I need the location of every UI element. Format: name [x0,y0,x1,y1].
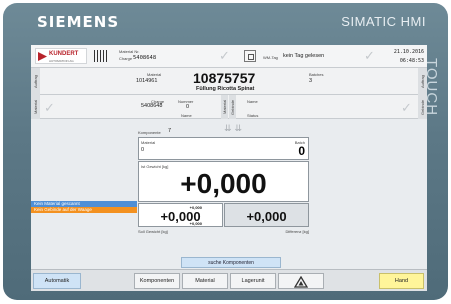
check-icon: ✓ [401,100,412,115]
automatik-button[interactable]: Automatik [33,273,81,289]
hand-button[interactable]: Hand [379,273,424,289]
gebinde-mid-label: Gebinde [229,95,236,119]
batches-value: 3 [309,78,313,84]
komponente-value: 7 [168,128,172,134]
batches-label: Batches [309,72,324,77]
order-row: Auftrag Material 1014961 10875757 Füllun… [31,68,427,95]
hmi-screen: KUNDERT AUTOMATION AG Material Nr. Charg… [31,45,427,291]
check-icon: ✓ [364,48,375,63]
tag-status-text: kein Tag gelesen [283,53,325,59]
check-icon: ✓ [44,100,55,115]
name-label: Name [181,113,192,118]
tare-button[interactable] [278,273,324,289]
tare-icon [293,275,309,288]
material-nr-label: Material Nr. [119,49,140,54]
difference-display: +0,000 [224,203,309,227]
kundert-logo: KUNDERT AUTOMATION AG [35,48,87,64]
komponenten-button[interactable]: Komponenten [134,273,180,289]
scale-panel: Material 0 Batch 0 Ist Gewicht [kg] +0,0… [138,137,309,235]
charge-label: Charge [119,56,133,61]
model-label: SIMATIC HMI [341,14,426,29]
logo-brand: KUNDERT [49,51,79,57]
message-list: Kein Material gescannt Kein Gebinde auf … [31,201,137,213]
logo-sub: AUTOMATION AG [49,59,74,63]
search-components-button[interactable]: suche Komponenten [181,257,281,268]
material-batch-cell: Material 0 Batch 0 [138,137,309,160]
order-right-label: Auftrag [418,68,427,95]
sub-bottom-value: +0,000 [189,221,202,226]
check-icon: ✓ [219,48,230,63]
material-charge-value: 5408648 [141,103,163,109]
wm-tag-label: WM-Tag [263,55,278,60]
material-row: Material ✓ Charge 5408648 Nummer 0 Name … [31,95,427,119]
material-right-label: Gebinde [418,95,427,119]
order-name: Füllung Ricotta Spinat [196,86,255,92]
komponente-label: Komponente [138,130,161,135]
batch-value: 0 [298,144,305,158]
time-label: 06:48:53 [399,58,424,64]
status-label: Status [247,113,259,118]
name2-label: Name [247,99,258,104]
gross-weight-display: Ist Gewicht [kg] +0,000 [138,161,309,202]
soll-label: Soll Gewicht [kg] [138,229,168,234]
main-weight: +0,000 [180,168,267,199]
barcode-icon [94,50,108,62]
order-number: 10875757 [193,70,256,86]
difference-value: +0,000 [246,209,287,224]
order-material-label: Material [147,72,162,77]
warning-message: Kein Gebinde auf der Waage [31,207,137,213]
order-side-label: Auftrag [31,68,40,95]
arrow-icon [38,52,47,61]
weighing-area: ⇊⇊ Komponente 7 Material 0 Batch 0 Ist G… [31,119,427,251]
sub-main-value: +0,000 [160,209,201,224]
panel-material-label: Material [141,140,156,145]
material-mid-label: Material [221,95,228,119]
order-material-value: 1014961 [136,78,158,84]
search-row: suche Komponenten [31,257,427,268]
siemens-logo: SIEMENS [37,13,120,31]
lagerunit-button[interactable]: Lagerunit [230,273,276,289]
top-bar: KUNDERT AUTOMATION AG Material Nr. Charg… [31,45,427,68]
date-label: 21.10.2016 [393,49,424,55]
nav-bar: Automatik Komponenten Material Lagerunit… [31,269,427,291]
charge-value: 5408648 [133,55,157,61]
material-side-label: Material [31,95,40,119]
actual-weight-display: +0,000 +0,000 +0,000 [138,203,223,227]
clock: 21.10.2016 06:48:53 [394,48,424,66]
tag-read-button[interactable] [244,50,256,62]
material-button[interactable]: Material [182,273,228,289]
down-arrows-icon: ⇊⇊ [224,123,246,133]
diff-label: Differenz [kg] [285,229,310,234]
nummer-value: 0 [186,104,190,110]
panel-material-value: 0 [141,147,145,153]
